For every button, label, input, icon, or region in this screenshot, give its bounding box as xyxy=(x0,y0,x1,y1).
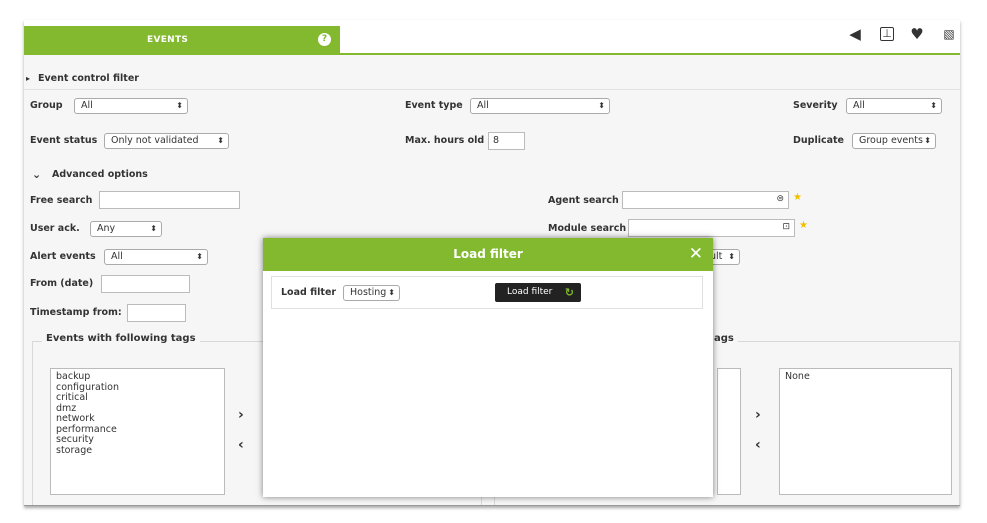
dialog-title: Load filter xyxy=(453,247,523,261)
events-window: EVENTS ? ◀︎ ⊥ ♥ ▧ ▸ Event control filter… xyxy=(24,20,960,506)
load-filter-dialog: Load filter ✕ Load filter Hosting ⬍ Load … xyxy=(263,238,713,497)
chevron-updown-icon: ⬍ xyxy=(388,288,395,297)
load-filter-select[interactable]: Hosting ⬍ xyxy=(343,285,400,301)
load-filter-select-value: Hosting xyxy=(350,287,387,298)
close-icon[interactable]: ✕ xyxy=(689,244,703,264)
dialog-header: Load filter ✕ xyxy=(263,238,713,271)
load-filter-button[interactable]: Load filter ↻ xyxy=(495,283,581,302)
refresh-icon: ↻ xyxy=(564,286,574,299)
load-filter-button-label: Load filter xyxy=(507,287,553,297)
load-filter-label: Load filter xyxy=(281,287,337,298)
load-filter-row: Load filter Hosting ⬍ Load filter ↻ xyxy=(271,276,703,309)
